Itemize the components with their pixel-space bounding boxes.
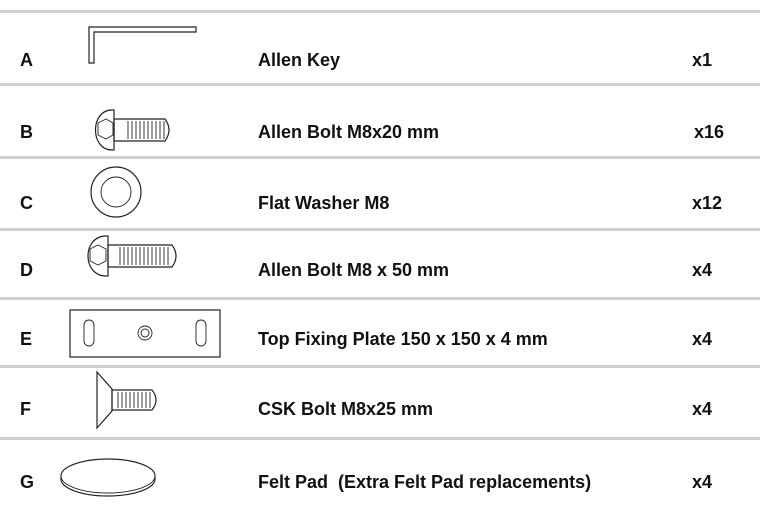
part-letter: C (20, 193, 33, 213)
fixing-plate-icon (60, 308, 240, 360)
part-letter: D (20, 260, 33, 280)
part-quantity: x12 (691, 193, 722, 213)
part-quantity: x4 (691, 399, 712, 419)
row-divider (0, 297, 760, 300)
part-letter: F (20, 399, 31, 419)
part-name: Felt Pad (Extra Felt Pad replacements) (258, 472, 592, 492)
part-letter: E (20, 329, 33, 349)
row-divider (0, 156, 760, 159)
felt-pad-icon (60, 452, 240, 500)
part-name: Allen Bolt M8x20 mm (258, 122, 440, 142)
part-quantity: x16 (693, 122, 724, 142)
row-divider (0, 228, 760, 231)
parts-table: A Allen Key x1 B Allen Bolt M8x20 mm x16 (0, 0, 760, 506)
row-divider (0, 83, 760, 86)
part-quantity: x4 (691, 472, 712, 492)
part-name: Allen Bolt M8 x 50 mm (258, 260, 450, 280)
part-quantity: x4 (691, 260, 712, 280)
part-name: CSK Bolt M8x25 mm (258, 399, 434, 419)
csk-bolt-icon (60, 370, 240, 432)
part-name: Flat Washer M8 (258, 193, 390, 213)
allen-key-icon (60, 24, 240, 66)
allen-bolt-short-icon (60, 106, 240, 154)
part-name: Top Fixing Plate 150 x 150 x 4 mm (258, 329, 548, 349)
flat-washer-icon (60, 164, 240, 222)
part-letter: B (20, 122, 33, 142)
row-divider (0, 365, 760, 368)
allen-bolt-long-icon (60, 233, 240, 279)
part-quantity: x1 (691, 50, 712, 70)
part-letter: G (20, 472, 35, 492)
part-quantity: x4 (691, 329, 712, 349)
row-divider (0, 437, 760, 440)
part-name: Allen Key (258, 50, 341, 70)
row-divider (0, 10, 760, 13)
part-letter: A (20, 50, 33, 70)
